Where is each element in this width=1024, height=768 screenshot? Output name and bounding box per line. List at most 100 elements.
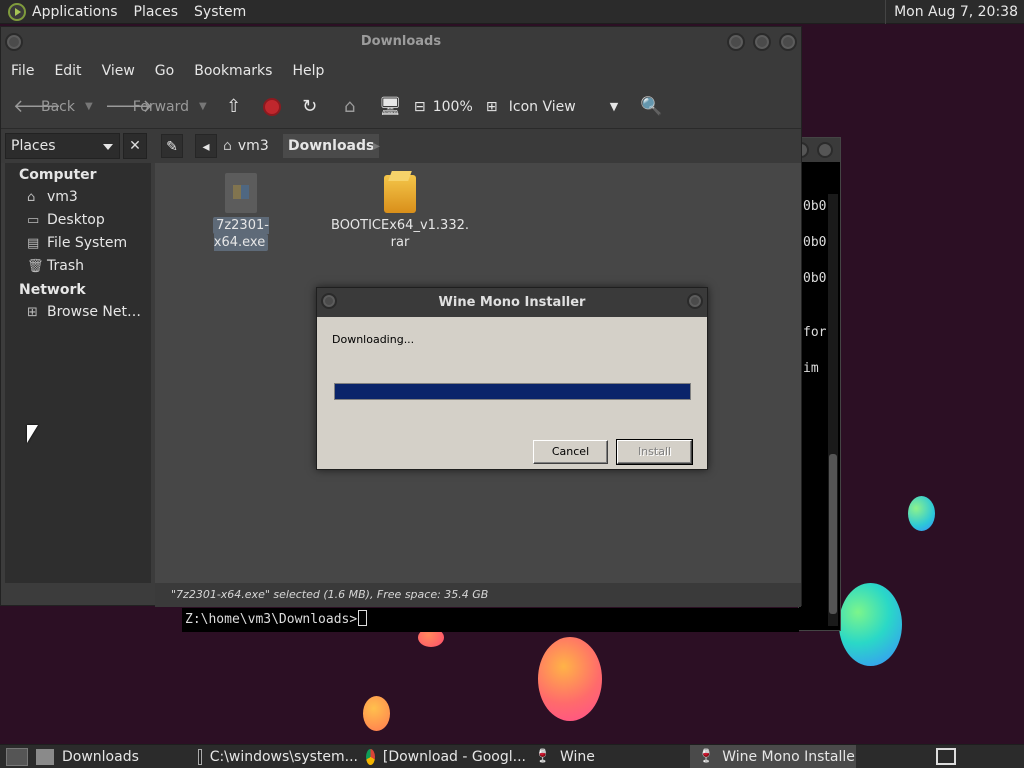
zoom-out-button[interactable]: ⊟ [409,96,431,118]
forward-label: Forward [132,98,190,115]
menu-help[interactable]: Help [292,63,324,79]
terminal-icon [198,748,202,765]
wallpaper-bubble [538,637,602,721]
menu-bookmarks[interactable]: Bookmarks [194,63,272,79]
menu-edit[interactable]: Edit [54,63,81,79]
window-menu-icon[interactable] [321,293,337,309]
scrollbar-thumb[interactable] [829,454,837,614]
wine-mono-installer-dialog[interactable]: Wine Mono Installer Downloading... Cance… [316,287,708,470]
wine-icon: 🍷 [698,748,715,764]
close-icon[interactable] [779,33,797,51]
taskbar-item-wine[interactable]: 🍷 Wine [526,745,690,768]
edit-icon: ✎ [166,139,178,155]
places-menu[interactable]: Places [134,4,179,20]
file-name: 7z2301-x64.exe [213,217,269,251]
terminal-window[interactable]: 0b0 0b0 0b0 for im [793,137,841,631]
terminal-line: im [803,361,819,376]
taskbar: Downloads C:\windows\system... [Download… [0,744,1024,768]
search-button[interactable]: 🔍 [640,96,662,118]
terminal-scrollbar[interactable] [828,194,838,626]
sidebar-type-label: Places [11,138,56,154]
minimize-icon[interactable] [727,33,745,51]
breadcrumb-label: Downloads [288,138,375,154]
reload-button[interactable]: ↻ [299,96,321,118]
taskbar-item-label: C:\windows\system... [209,748,358,765]
taskbar-item-wine-mono-installer[interactable]: 🍷 Wine Mono Installer [690,744,856,768]
computer-button[interactable]: 🖥 [379,96,402,118]
home-icon: ⌂ [27,190,36,205]
terminal-line: 0b0 [803,199,827,214]
arrow-right-icon: 🡒 [104,95,153,117]
forward-button[interactable]: 🡒 Forward ▼ [105,96,207,118]
dialog-titlebar[interactable]: Wine Mono Installer [317,288,707,317]
status-bar: "7z2301-x64.exe" selected (1.6 MB), Free… [155,583,801,607]
terminal-titlebar[interactable] [793,138,840,162]
file-name: rar [390,235,410,250]
menu-file[interactable]: File [11,63,34,79]
wallpaper-bubble [908,496,935,531]
chrome-icon [366,748,375,765]
sidebar-item-vm3[interactable]: ⌂ vm3 [5,186,151,209]
zoom-in-icon: ⊞ [485,98,498,115]
breadcrumb-back-button[interactable]: ◂ [195,134,217,158]
distro-logo-icon[interactable] [8,2,26,21]
clock[interactable]: Mon Aug 7, 20:38 [885,0,1024,24]
menu-view[interactable]: View [102,63,135,79]
terminal-prompt[interactable]: Z:\home\vm3\Downloads> [182,608,799,632]
taskbar-item-downloads[interactable]: Downloads [28,745,190,768]
wine-icon: 🍷 [534,748,552,764]
sidebar-item-trash[interactable]: 🗑 Trash [5,255,151,278]
arrow-up-icon: ⇧ [226,95,242,117]
taskbar-item-label: Wine [560,748,595,765]
taskbar-item-chrome[interactable]: [Download - Googl... [358,745,526,768]
folder-icon [36,748,54,765]
sidebar-item-file-system[interactable]: ▤ File System [5,232,151,255]
window-titlebar[interactable]: Downloads [1,27,801,57]
reload-icon: ↻ [302,95,318,117]
zoom-level: 100% [432,98,473,115]
cancel-button[interactable]: Cancel [533,440,608,464]
stop-button[interactable] [262,97,281,116]
file-item[interactable]: 7z2301-x64.exe [189,173,293,251]
file-item[interactable]: BOOTICEx64_v1.332. rar [331,175,469,251]
breadcrumb-downloads[interactable]: Downloads [283,134,380,158]
show-desktop-button[interactable] [6,747,28,766]
chevron-right-icon: ▸ [373,138,381,154]
search-icon: 🔍 [640,95,663,117]
chevron-down-icon[interactable]: ▼ [199,101,207,112]
breadcrumb-label: vm3 [237,138,269,154]
desktop-icon: ▭ [27,213,40,228]
taskbar-item-terminal[interactable]: C:\windows\system... [190,745,358,768]
home-button[interactable]: ⌂ [339,96,361,118]
back-label: Back [41,98,75,115]
system-menu[interactable]: System [194,4,246,20]
applications-menu[interactable]: Applications [32,4,118,20]
chevron-left-icon: ◂ [202,139,210,155]
sidebar-type-select[interactable]: Places [5,133,120,159]
view-mode-select[interactable]: Icon View ▼ [509,99,618,115]
window-menu-icon[interactable] [5,33,23,51]
sidebar-heading-computer: Computer [19,167,97,183]
menubar: File Edit View Go Bookmarks Help [1,57,801,85]
chevron-down-icon[interactable]: ▼ [85,101,93,112]
location-bar: Places ✕ ✎ ◂ ⌂ vm3 Downloads ▸ [1,129,801,163]
workspace-switcher[interactable] [936,748,956,765]
sidebar-item-desktop[interactable]: ▭ Desktop [5,209,151,232]
install-button[interactable]: Install [616,439,693,465]
close-icon[interactable] [817,142,833,158]
breadcrumb-vm3[interactable]: ⌂ vm3 [223,134,269,158]
close-sidebar-button[interactable]: ✕ [123,133,147,159]
close-icon[interactable] [687,293,703,309]
dialog-title: Wine Mono Installer [438,295,586,310]
terminal-line: 0b0 [803,235,827,250]
breadcrumb-forward-button[interactable]: ▸ [373,134,380,158]
back-button[interactable]: 🡐 Back ▼ [13,96,93,118]
up-button[interactable]: ⇧ [223,96,245,118]
maximize-icon[interactable] [753,33,771,51]
zoom-in-button[interactable]: ⊞ [481,96,503,118]
sidebar-item-browse-network[interactable]: ⊞ Browse Net… [5,301,151,324]
edit-location-button[interactable]: ✎ [161,134,183,158]
menu-go[interactable]: Go [155,63,174,79]
sidebar-item-label: Trash [47,258,84,274]
home-icon: ⌂ [223,138,232,154]
